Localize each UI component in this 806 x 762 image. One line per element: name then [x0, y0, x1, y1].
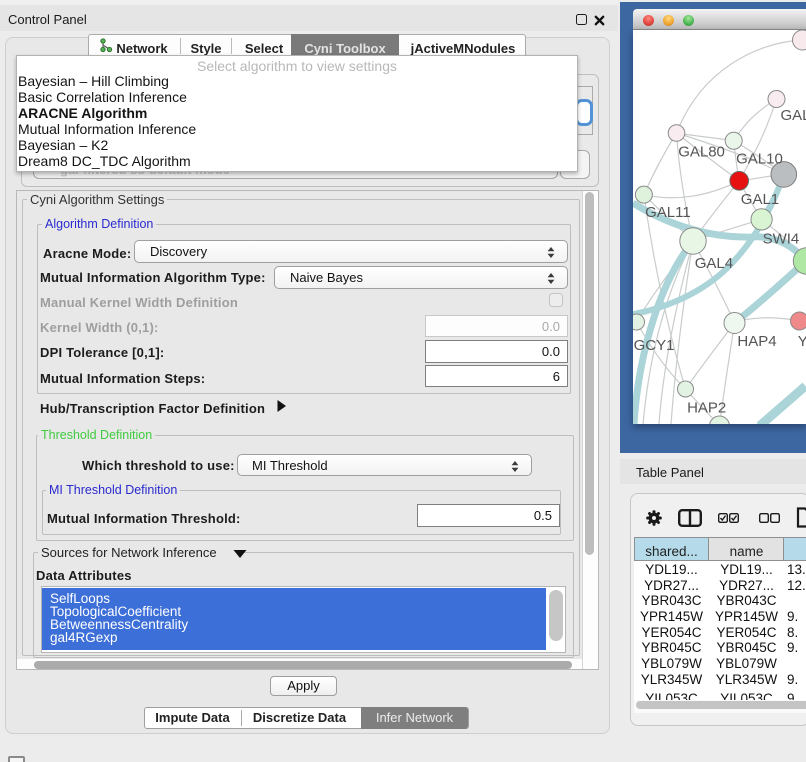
svg-text:GAL7: GAL7: [781, 107, 806, 124]
svg-text:GAL4: GAL4: [695, 255, 733, 272]
svg-text:GAL1: GAL1: [741, 191, 779, 208]
svg-text:HAP4: HAP4: [737, 333, 776, 350]
svg-text:GAL10: GAL10: [736, 150, 783, 167]
svg-text:GAL11: GAL11: [645, 204, 691, 221]
svg-text:SWI4: SWI4: [763, 231, 800, 248]
svg-text:GAL80: GAL80: [678, 144, 725, 161]
svg-text:HAP2: HAP2: [687, 400, 726, 417]
svg-text:YM: YM: [798, 333, 806, 350]
svg-text:GCY1: GCY1: [634, 337, 675, 354]
